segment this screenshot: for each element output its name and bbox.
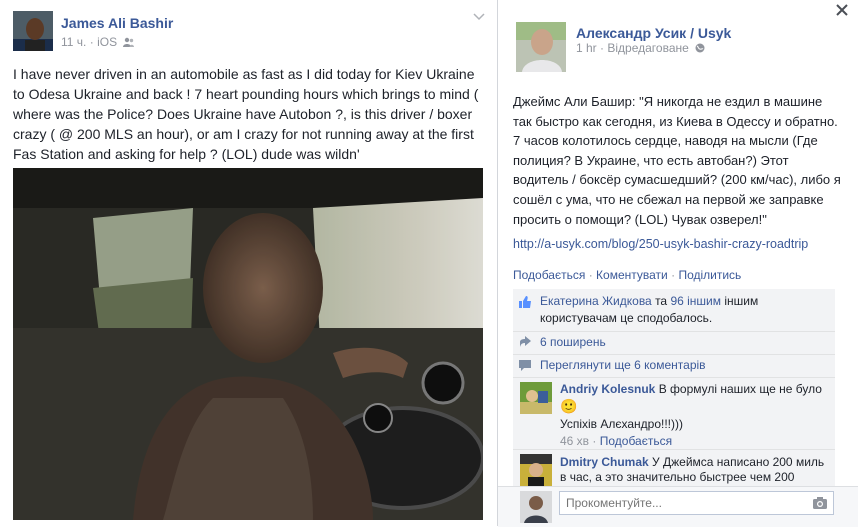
post-meta: 11 ч. · iOS	[61, 35, 135, 49]
like-link[interactable]: Подобається	[513, 268, 585, 282]
likes-summary: Екатерина Жидкова та 96 іншим іншим кори…	[513, 293, 835, 329]
comment-author[interactable]: Andriy Kolesnuk	[560, 382, 655, 396]
share-link[interactable]: Поділитись	[678, 268, 741, 282]
friends-icon	[123, 36, 135, 47]
post-actions: Подобається · Коментувати · Поділитись	[513, 268, 742, 282]
liker-name[interactable]: Екатерина Жидкова	[540, 294, 652, 308]
edited-label[interactable]: Відредаговане	[607, 41, 688, 55]
post-meta: 1 hr · Відредаговане	[576, 41, 705, 55]
comment-time[interactable]: 46 хв	[560, 434, 589, 448]
post-time[interactable]: 11 ч.	[61, 35, 86, 49]
post-link[interactable]: http://a-usyk.com/blog/250-usyk-bashir-c…	[513, 237, 808, 251]
post-source: iOS	[97, 35, 118, 49]
author-name[interactable]: James Ali Bashir	[61, 15, 173, 31]
comment: Andriy Kolesnuk В формулі наших ще не бу…	[560, 382, 822, 448]
divider	[513, 449, 835, 450]
feedback-section: Екатерина Жидкова та 96 іншим іншим кори…	[513, 289, 835, 486]
post-text: I have never driven in an automobile as …	[13, 66, 479, 162]
smile-emoji: 🙂	[560, 398, 578, 414]
comment-text-2: Успіхів Алєхандро!!!)))	[560, 417, 683, 431]
post-time[interactable]: 1 hr	[576, 41, 597, 55]
original-post: James Ali Bashir 11 ч. · iOS I have neve…	[0, 0, 497, 526]
comment-composer	[498, 486, 858, 527]
share-icon	[518, 335, 532, 349]
author-name[interactable]: Александр Усик / Usyk	[576, 25, 731, 41]
others-link[interactable]: 96 іншим	[670, 294, 721, 308]
comment-link[interactable]: Коментувати	[596, 268, 668, 282]
author-avatar[interactable]	[13, 11, 53, 51]
commenter-avatar[interactable]	[520, 382, 552, 414]
post-photo[interactable]	[13, 168, 483, 520]
chevron-down-icon[interactable]	[473, 13, 485, 24]
comment-author[interactable]: Dmitry Chumak	[560, 455, 649, 469]
close-icon[interactable]	[836, 3, 848, 19]
comment: Dmitry Chumak У Джеймса написано 200 мил…	[560, 455, 830, 486]
thumbs-up-icon	[518, 295, 532, 309]
comment-input[interactable]	[566, 496, 806, 510]
comment-like-link[interactable]: Подобається	[600, 434, 672, 448]
commenter-avatar[interactable]	[520, 454, 552, 486]
comment-icon	[518, 358, 532, 372]
viewer-avatar	[520, 491, 552, 523]
author-avatar[interactable]	[516, 22, 566, 72]
shares-row[interactable]: 6 поширень	[513, 331, 835, 353]
camera-icon[interactable]	[813, 497, 827, 509]
shares-count[interactable]: 6 поширень	[540, 334, 606, 351]
post-text: Джеймс Али Башир: "Я никогда не ездил в …	[513, 94, 841, 227]
globe-icon	[695, 42, 705, 53]
view-more-label[interactable]: Переглянути ще 6 коментарів	[540, 357, 706, 374]
view-more-comments[interactable]: Переглянути ще 6 коментарів	[513, 354, 835, 376]
divider	[513, 377, 835, 378]
shared-post-panel: Александр Усик / Usyk 1 hr · Відредагова…	[497, 0, 858, 527]
comment-input-box[interactable]	[559, 491, 834, 515]
comment-text: В формулі наших ще не було	[658, 382, 822, 396]
